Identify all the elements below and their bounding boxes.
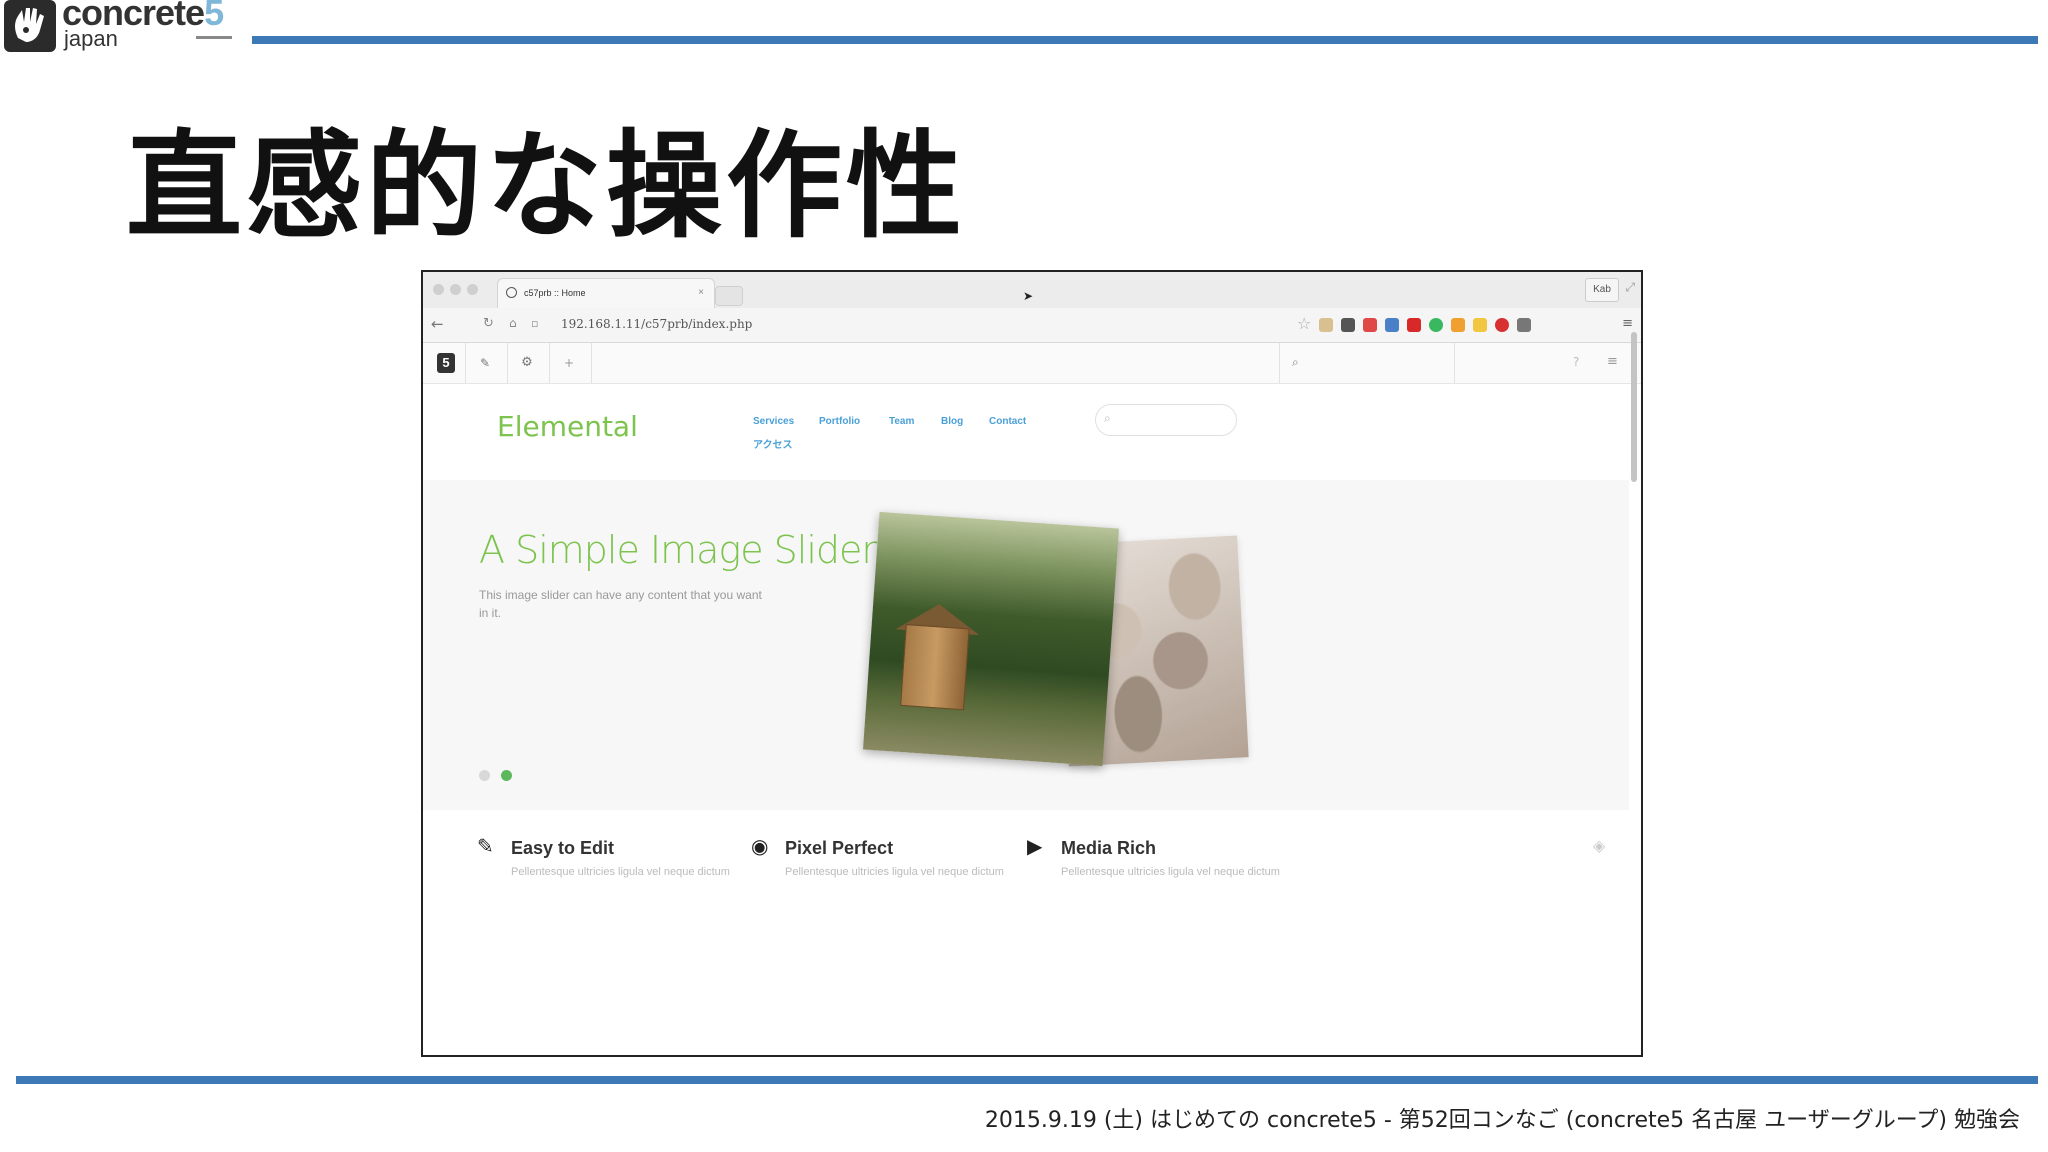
extension-flag-icon[interactable]	[1319, 318, 1333, 332]
features-section: ✎ Easy to Edit Pellentesque ultricies li…	[423, 810, 1629, 1055]
pencil-icon: ✎	[477, 834, 494, 858]
mouse-cursor-icon: ➤	[1023, 289, 1034, 303]
logo-subtitle: japan	[64, 26, 118, 51]
extension-block-icon[interactable]	[1495, 318, 1509, 332]
slider-text: This image slider can have any content t…	[479, 588, 762, 620]
header-rule	[252, 36, 2038, 44]
extension-pin-icon[interactable]	[1517, 318, 1531, 332]
image-slider: A Simple Image Slider This image slider …	[423, 480, 1629, 811]
site-search-input[interactable]: ⌕	[1095, 404, 1237, 436]
home-icon[interactable]: ⌂	[509, 316, 517, 330]
wooden-hut	[900, 624, 970, 711]
page-icon: ▫	[531, 317, 539, 330]
back-to-top-icon[interactable]: ◈	[1593, 836, 1605, 855]
window-close-button[interactable]	[433, 284, 444, 295]
concrete5-toolbar: 5 ✎ ⚙ + ⌕ ? ≡	[423, 343, 1641, 455]
slider-dot-active[interactable]	[501, 770, 512, 781]
bookmark-star-icon[interactable]: ☆	[1297, 314, 1311, 333]
slide-title: 直感的な操作性	[126, 119, 966, 254]
search-icon: ⌕	[1292, 355, 1299, 369]
help-icon[interactable]: ?	[1573, 355, 1579, 369]
extension-green-icon[interactable]	[1429, 318, 1443, 332]
extension-note-icon[interactable]	[1473, 318, 1487, 332]
edit-page-button[interactable]: ✎	[465, 343, 505, 383]
browser-menu-icon[interactable]: ≡	[1622, 316, 1633, 331]
feature-text: Pellentesque ultricies ligula vel neque …	[511, 866, 730, 878]
feature-title-easy-to-edit: Easy to Edit	[511, 838, 615, 858]
nav-link-access[interactable]: アクセス	[753, 436, 793, 451]
concrete5-logo-icon[interactable]: 5	[437, 353, 455, 373]
forest-hut-photo	[862, 511, 1120, 767]
extension-pocket-icon[interactable]	[1385, 318, 1399, 332]
slide-footer: 2015.9.19 (土) はじめての concrete5 - 第52回コンなご…	[984, 1108, 2020, 1133]
toolbar-search-input[interactable]: ⌕	[1279, 343, 1455, 383]
extension-mail-icon[interactable]	[1363, 318, 1377, 332]
extension-print-icon[interactable]	[1341, 318, 1355, 332]
window-minimize-button[interactable]	[450, 284, 461, 295]
feature-title-media-rich: Media Rich	[1061, 838, 1157, 858]
reload-icon[interactable]: ↻	[483, 316, 494, 331]
tab-title: c57prb :: Home	[524, 288, 586, 298]
feature-text: Pellentesque ultricies ligula vel neque …	[1061, 866, 1280, 878]
address-bar[interactable]: 192.168.1.11/c57prb/index.php	[561, 317, 752, 331]
extension-red-icon[interactable]	[1407, 318, 1421, 332]
browser-tab-bar: c57prb :: Home × ➤ Kab ⤢	[423, 272, 1641, 309]
nav-link-blog[interactable]: Blog	[941, 416, 963, 427]
play-icon: ▶	[1027, 834, 1043, 858]
nav-link-team[interactable]: Team	[889, 416, 914, 427]
nav-link-contact[interactable]: Contact	[989, 416, 1026, 427]
extension-orange-icon[interactable]	[1451, 318, 1465, 332]
site-header: Elemental Services Portfolio Team Blog C…	[423, 384, 1629, 481]
toolbar-divider	[591, 343, 592, 383]
tab-close-icon[interactable]: ×	[698, 287, 704, 298]
footer-rule	[16, 1076, 2038, 1084]
nav-link-portfolio[interactable]: Portfolio	[819, 416, 860, 427]
concrete5-hand-logo-icon	[4, 0, 56, 52]
browser-screenshot: c57prb :: Home × ➤ Kab ⤢ ← ↻ ⌂ ▫ 192.168…	[421, 270, 1643, 1057]
add-content-button[interactable]: +	[549, 343, 589, 383]
site-name[interactable]: Elemental	[497, 410, 638, 443]
browser-tab[interactable]: c57prb :: Home ×	[497, 278, 715, 309]
slider-title: A Simple Image Slider	[479, 528, 877, 572]
tab-favicon-icon	[506, 287, 517, 298]
search-icon: ⌕	[1104, 411, 1111, 425]
feature-text: Pellentesque ultricies ligula vel neque …	[785, 866, 1004, 878]
slider-dot[interactable]	[479, 770, 490, 781]
feature-title-pixel-perfect: Pixel Perfect	[785, 838, 894, 858]
browser-nav-bar: ← ↻ ⌂ ▫ 192.168.1.11/c57prb/index.php ☆ …	[423, 308, 1641, 343]
page-settings-button[interactable]: ⚙	[507, 343, 547, 383]
fullscreen-icon[interactable]: ⤢	[1625, 280, 1635, 295]
eye-icon: ◉	[751, 834, 769, 858]
page-scrollbar[interactable]	[1631, 332, 1637, 482]
new-tab-button[interactable]	[715, 286, 743, 306]
window-zoom-button[interactable]	[467, 284, 478, 295]
nav-link-services[interactable]: Services	[753, 416, 794, 427]
back-arrow-icon[interactable]: ←	[431, 315, 444, 333]
logo-underline	[196, 36, 232, 39]
profile-button[interactable]: Kab	[1585, 278, 1619, 302]
dashboard-menu-icon[interactable]: ≡	[1607, 354, 1618, 369]
